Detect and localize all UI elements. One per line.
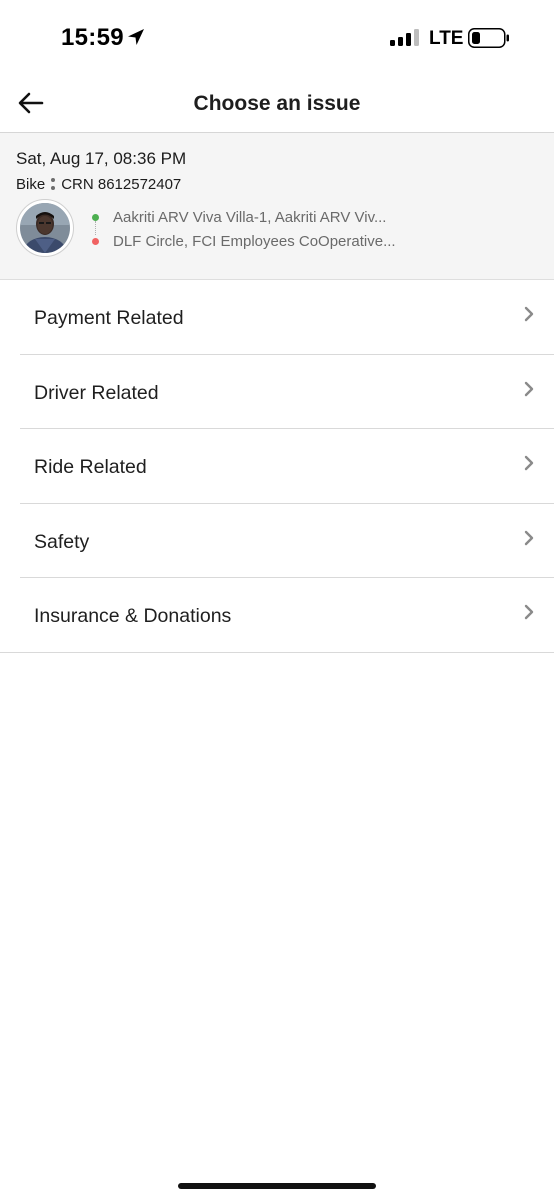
ride-meta: Bike CRN 8612572407 [16,176,181,193]
ride-crn: CRN 8612572407 [61,176,182,193]
ride-vehicle-type: Bike [16,176,46,193]
driver-avatar [16,199,74,257]
ride-summary-card: Sat, Aug 17, 08:36 PM Bike CRN 861257240… [0,133,554,280]
issue-label: Safety [34,530,90,553]
issue-ride-related[interactable]: Ride Related [0,429,554,504]
issue-label: Ride Related [34,456,147,479]
issue-insurance-donations[interactable]: Insurance & Donations [0,578,554,653]
route-details: Aakriti ARV Viva Villa-1, Aakriti ARV Vi… [92,205,542,253]
pickup-address: Aakriti ARV Viva Villa-1, Aakriti ARV Vi… [113,208,387,226]
chevron-right-icon [524,530,534,545]
issue-label: Driver Related [34,381,159,404]
home-indicator[interactable] [178,1183,376,1189]
nav-header: Choose an issue [0,76,554,133]
status-time: 15:59 [61,24,124,51]
chevron-right-icon [524,605,534,620]
status-bar: 15:59 LTE [0,0,554,76]
signal-icon [390,29,419,46]
ride-datetime: Sat, Aug 17, 08:36 PM [16,149,187,168]
page-title: Choose an issue [193,92,361,115]
divider [0,651,554,653]
battery-icon [468,28,509,48]
meta-separator-icon [51,177,56,192]
issue-label: Payment Related [34,307,184,329]
driver-photo [20,203,70,253]
chevron-right-icon [524,306,534,322]
chevron-right-icon [524,455,534,471]
pickup-row: Aakriti ARV Viva Villa-1, Aakriti ARV Vi… [92,205,542,235]
issue-list: Payment Related Driver Related Ride Rela… [0,280,554,653]
drop-dot-icon [92,237,99,245]
drop-row: DLF Circle, FCI Employees CoOperative... [92,229,542,253]
issue-safety[interactable]: Safety [0,504,554,579]
issue-payment-related[interactable]: Payment Related [0,280,554,355]
pickup-dot-icon [92,213,99,221]
drop-address: DLF Circle, FCI Employees CoOperative... [113,232,396,250]
chevron-right-icon [524,381,534,396]
issue-driver-related[interactable]: Driver Related [0,355,554,430]
issue-label: Insurance & Donations [34,605,232,628]
network-label: LTE [429,28,464,49]
location-arrow-icon [128,29,144,45]
